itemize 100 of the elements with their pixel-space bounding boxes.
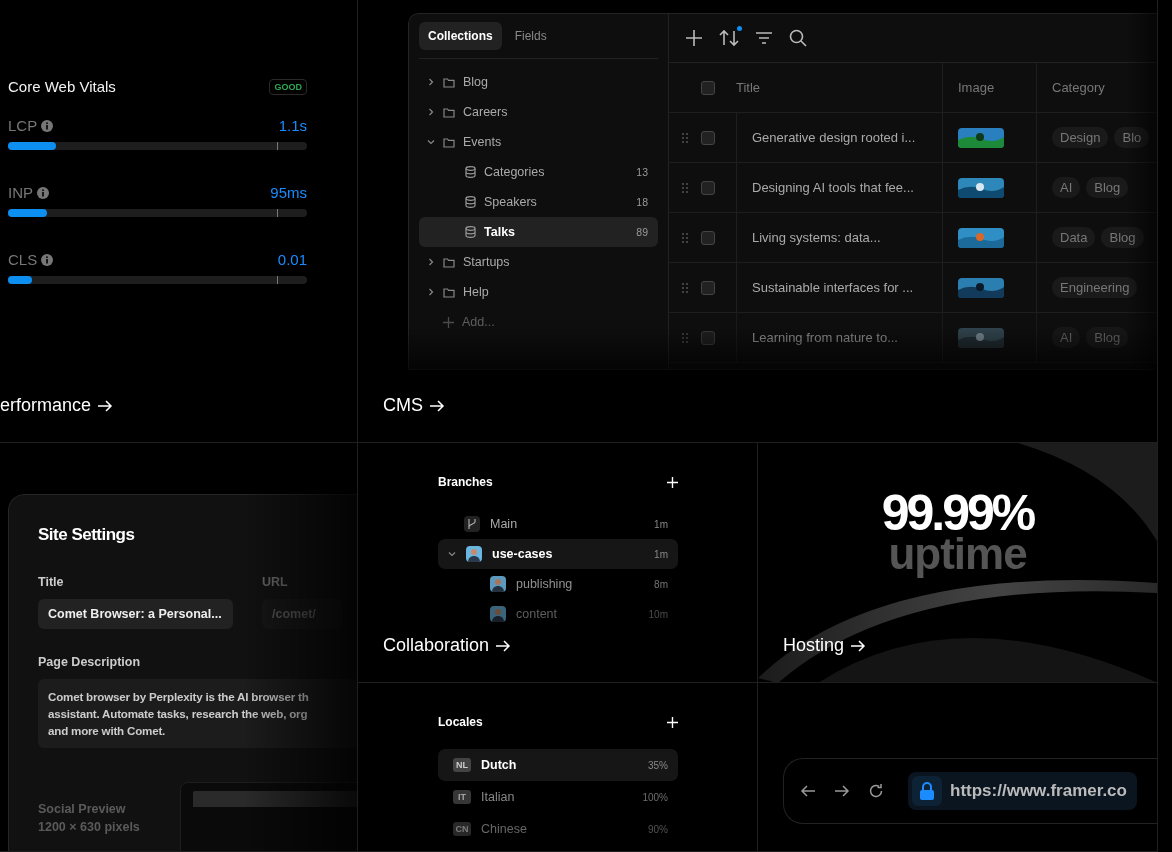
address-field[interactable]: https://www.framer.co [908,772,1137,810]
list-title: Branches [438,475,493,489]
search-button[interactable] [789,29,807,47]
table-cell: Learning from nature to... [752,330,898,345]
tag: Blog [1086,177,1129,198]
section-link[interactable]: Hosting [783,635,867,656]
table-cell: Sustainable interfaces for ... [752,280,914,295]
checkbox[interactable] [701,80,715,95]
tag: Engineering [1052,277,1138,298]
tree-item[interactable]: Categories 13 [419,157,658,187]
tree-item[interactable]: Blog [419,67,658,97]
tag: Blo [1114,127,1150,148]
avatar [490,576,506,592]
column-header: Category [1052,80,1105,95]
chevron-icon[interactable] [427,138,435,146]
chevron-icon[interactable] [427,108,435,116]
drag-handle-icon[interactable] [681,331,689,344]
tag: Data [1052,227,1096,248]
plus-icon [443,316,454,328]
lock-icon [919,782,935,800]
branch-item[interactable]: publishing 8m [438,569,678,599]
table-cell: Designing AI tools that fee... [752,180,914,195]
branch-item[interactable]: use-cases 1m [438,539,678,569]
status-badge: GOOD [269,78,307,95]
field-label: Page Description [38,655,142,669]
metric-name: INP [8,184,33,201]
locale-item[interactable]: NL Dutch 35% [438,749,678,781]
section-link[interactable]: Collaboration [383,635,512,656]
folder-icon [443,286,455,298]
folder-icon [443,76,455,88]
branch-icon [464,516,480,532]
tree-item[interactable]: Talks 89 [419,217,658,247]
arrow-icon [495,637,512,654]
checkbox[interactable] [701,230,715,245]
chevron-icon[interactable] [427,258,435,266]
metric-name: LCP [8,117,38,134]
column-header: Image [958,80,995,95]
folder-icon [443,136,455,148]
locale-item[interactable]: CN Chinese 90% [438,813,678,845]
database-icon [465,166,476,178]
info-icon [37,186,49,199]
tab[interactable]: Fields [505,22,556,50]
tree-item[interactable]: Speakers 18 [419,187,658,217]
section-link[interactable]: erformance [0,395,114,416]
tree-item[interactable]: Startups [419,247,658,277]
field-label: URL [262,575,289,589]
filter-button[interactable] [755,31,773,45]
field-label: Title [38,575,65,589]
arrow-icon [97,397,114,414]
table-cell: Living systems: data... [752,230,881,245]
tab[interactable]: Collections [419,22,502,50]
metric-value: 1.1s [278,117,307,134]
tag: Design [1052,127,1109,148]
back-arrow-icon [800,783,816,799]
section-link[interactable]: CMS [383,395,445,416]
sort-button[interactable] [719,29,739,47]
metric-value: 0.01 [277,251,307,268]
info-icon [41,119,54,132]
folder-icon [443,256,455,268]
database-icon [465,196,476,208]
card-title: Site Settings [38,525,136,545]
list-title: Locales [438,715,483,729]
metric-value: 95ms [270,184,307,201]
image-size: 1200 × 630 pixels [38,820,140,834]
tag: Blog [1086,327,1129,348]
field-label: Social Preview [38,802,127,816]
chevron-icon[interactable] [427,288,435,296]
tag: AI [1052,327,1081,348]
checkbox[interactable] [701,130,715,145]
panel-title: Core Web Vitals [8,78,116,95]
drag-handle-icon[interactable] [681,231,689,244]
locale-item[interactable]: IT Italian 100% [438,781,678,813]
tree-item[interactable]: Help [419,277,658,307]
chevron-icon[interactable] [448,550,456,558]
arrow-icon [834,783,850,799]
info-icon [41,253,54,266]
drag-handle-icon[interactable] [681,181,689,194]
tag: Blog [1101,227,1144,248]
tree-item[interactable]: Careers [419,97,658,127]
input-field[interactable]: Comet Browser: a Personal... [38,599,233,629]
branch-item[interactable]: Main 1m [438,509,678,539]
database-icon [465,226,476,238]
drag-handle-icon[interactable] [681,131,689,144]
drag-handle-icon[interactable] [681,281,689,294]
folder-icon [443,106,455,118]
checkbox[interactable] [701,180,715,195]
forward-button[interactable] [834,783,850,799]
checkbox[interactable] [701,280,715,295]
metric-name: CLS [8,251,38,268]
arrow-icon [429,397,445,414]
tag: AI [1052,177,1081,198]
reload-button[interactable] [868,783,884,799]
add-button[interactable] [685,29,703,47]
avatar [490,606,506,622]
tree-item[interactable]: Events [419,127,658,157]
checkbox[interactable] [701,330,715,345]
back-button[interactable] [800,783,816,799]
table-cell: Generative design rooted i... [752,130,916,145]
column-header: Title [736,80,761,95]
chevron-icon[interactable] [427,78,435,86]
